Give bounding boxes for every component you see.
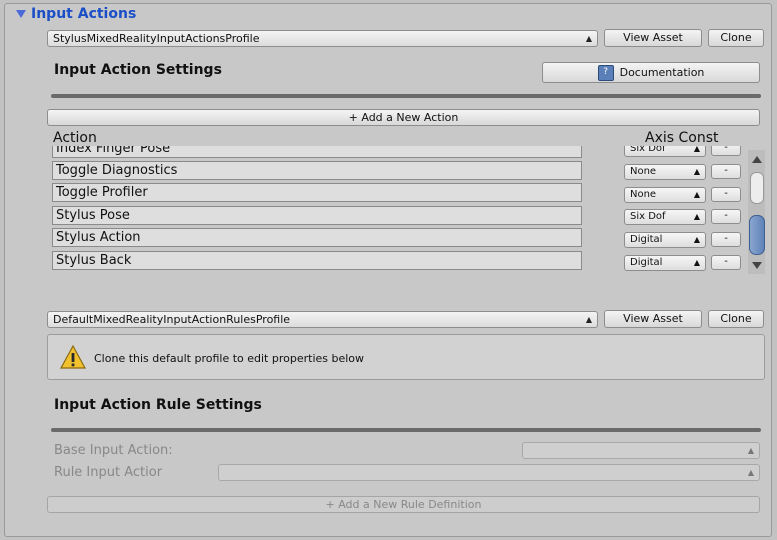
actions-profile-value: StylusMixedRealityInputActionsProfile xyxy=(53,32,260,45)
scroll-up-icon[interactable] xyxy=(752,156,762,163)
remove-action-button[interactable]: - xyxy=(711,232,741,247)
add-rule-button[interactable]: + Add a New Rule Definition xyxy=(47,496,760,513)
action-name-field[interactable]: Index Finger Pose xyxy=(52,146,582,158)
remove-action-button[interactable]: - xyxy=(711,255,741,270)
actions-scrollbar[interactable] xyxy=(748,150,765,274)
dropdown-arrow-icon: ▲ xyxy=(747,468,754,477)
action-name-field[interactable]: Toggle Diagnostics xyxy=(52,161,582,180)
action-name-field[interactable]: Stylus Back xyxy=(52,251,582,270)
warning-icon xyxy=(60,344,86,369)
remove-action-button[interactable]: - xyxy=(711,187,741,202)
dropdown-arrow-icon: ▲ xyxy=(747,446,754,455)
dropdown-arrow-icon: ▲ xyxy=(585,315,592,324)
foldout-arrow-icon[interactable] xyxy=(16,10,26,18)
separator xyxy=(51,428,761,432)
actions-list: Index Finger Pose Six Dof ▲ - Toggle Diag… xyxy=(50,146,743,274)
base-input-action-dropdown[interactable]: ▲ xyxy=(522,442,760,459)
view-asset-button[interactable]: View Asset xyxy=(604,310,702,328)
axis-dropdown[interactable]: Six Dof ▲ xyxy=(624,146,706,157)
documentation-button[interactable]: ? Documentation xyxy=(542,62,760,83)
scroll-down-icon[interactable] xyxy=(752,262,762,269)
warning-helpbox: Clone this default profile to edit prope… xyxy=(47,334,765,380)
rule-input-action-label: Rule Input Actior xyxy=(54,465,163,480)
documentation-label: Documentation xyxy=(619,66,705,79)
scrollbar-track-upper xyxy=(750,172,764,204)
add-action-button[interactable]: + Add a New Action xyxy=(47,109,760,126)
axis-dropdown[interactable]: None ▲ xyxy=(624,187,706,203)
separator xyxy=(51,94,761,98)
rule-settings-heading: Input Action Rule Settings xyxy=(54,397,262,413)
rules-profile-value: DefaultMixedRealityInputActionRulesProfi… xyxy=(53,313,291,326)
remove-action-button[interactable]: - xyxy=(711,164,741,179)
section-title: Input Actions xyxy=(31,6,137,22)
action-column-header: Action xyxy=(53,130,97,146)
remove-action-button[interactable]: - xyxy=(711,146,741,156)
clone-button[interactable]: Clone xyxy=(708,29,764,47)
input-actions-foldout[interactable]: Input Actions xyxy=(16,6,136,22)
clone-button[interactable]: Clone xyxy=(708,310,764,328)
action-name-field[interactable]: Stylus Pose xyxy=(52,206,582,225)
axis-dropdown[interactable]: None ▲ xyxy=(624,164,706,180)
view-asset-button[interactable]: View Asset xyxy=(604,29,702,47)
rules-profile-dropdown[interactable]: DefaultMixedRealityInputActionRulesProfi… xyxy=(47,311,598,328)
axis-dropdown[interactable]: Digital ▲ xyxy=(624,255,706,271)
remove-action-button[interactable]: - xyxy=(711,209,741,224)
axis-dropdown[interactable]: Six Dof ▲ xyxy=(624,209,706,225)
action-name-field[interactable]: Toggle Profiler xyxy=(52,183,582,202)
scrollbar-thumb[interactable] xyxy=(749,215,765,255)
input-action-settings-heading: Input Action Settings xyxy=(54,62,222,78)
base-input-action-label: Base Input Action: xyxy=(54,443,173,458)
warning-text: Clone this default profile to edit prope… xyxy=(94,352,365,365)
axis-dropdown[interactable]: Digital ▲ xyxy=(624,232,706,248)
axis-constraint-column-header: Axis Const xyxy=(645,130,719,146)
documentation-icon: ? xyxy=(597,65,614,81)
dropdown-arrow-icon: ▲ xyxy=(585,34,592,43)
action-name-field[interactable]: Stylus Action xyxy=(52,228,582,247)
actions-profile-dropdown[interactable]: StylusMixedRealityInputActionsProfile ▲ xyxy=(47,30,598,47)
rule-input-action-dropdown[interactable]: ▲ xyxy=(218,464,760,481)
